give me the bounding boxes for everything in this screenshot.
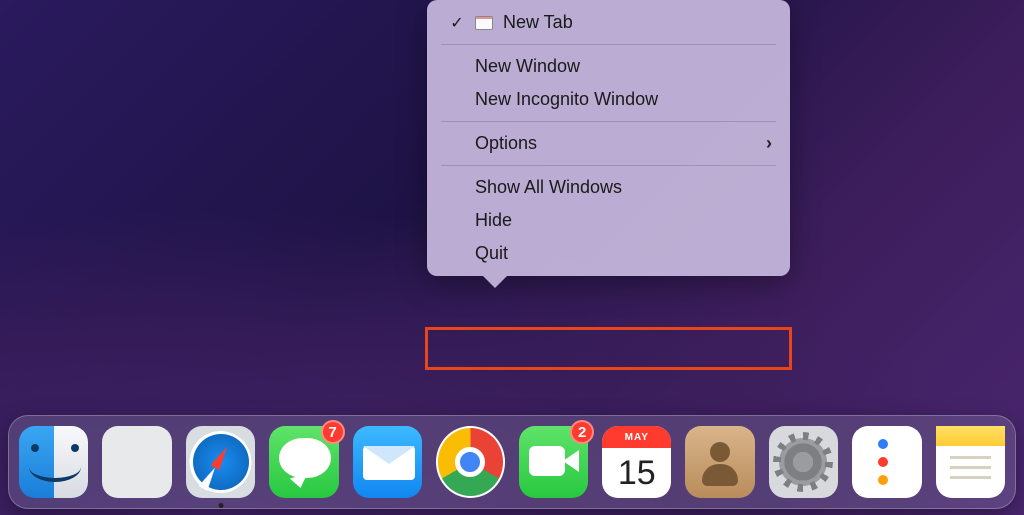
menu-label: New Incognito Window: [475, 89, 772, 110]
dock-item-calendar[interactable]: MAY 15: [602, 426, 671, 498]
notification-badge: 2: [570, 420, 594, 444]
check-icon: ✓: [449, 13, 465, 33]
menu-item-quit[interactable]: Quit: [427, 237, 790, 270]
dock-item-notes[interactable]: [936, 426, 1005, 498]
dock-item-finder[interactable]: [19, 426, 88, 498]
dock: 7 2 MAY 15: [8, 415, 1016, 509]
dock-item-launchpad[interactable]: [102, 426, 172, 498]
menu-label: New Tab: [503, 12, 772, 33]
dock-item-mail[interactable]: [353, 426, 422, 498]
dock-item-facetime[interactable]: 2: [519, 426, 588, 498]
tab-icon: [475, 16, 493, 30]
menu-label: New Window: [475, 56, 772, 77]
dock-item-chrome[interactable]: [436, 426, 505, 498]
menu-label: Hide: [475, 210, 772, 231]
dock-item-messages[interactable]: 7: [269, 426, 338, 498]
calendar-month: MAY: [602, 426, 671, 448]
running-indicator: [218, 503, 223, 508]
menu-separator: [441, 165, 776, 166]
menu-label: Quit: [475, 243, 772, 264]
dock-item-safari[interactable]: [186, 426, 255, 498]
notification-badge: 7: [321, 420, 345, 444]
chevron-right-icon: ›: [766, 133, 772, 154]
menu-item-new-tab[interactable]: ✓ New Tab: [427, 6, 790, 39]
calendar-day: 15: [602, 448, 671, 498]
menu-item-new-window[interactable]: New Window: [427, 50, 790, 83]
dock-item-reminders[interactable]: [852, 426, 922, 498]
dock-context-menu: ✓ New Tab New Window New Incognito Windo…: [427, 0, 790, 276]
menu-item-show-all-windows[interactable]: Show All Windows: [427, 171, 790, 204]
gear-icon: [779, 438, 827, 486]
menu-item-hide[interactable]: Hide: [427, 204, 790, 237]
menu-item-new-incognito[interactable]: New Incognito Window: [427, 83, 790, 116]
menu-item-options[interactable]: Options ›: [427, 127, 790, 160]
menu-label: Options: [475, 133, 756, 154]
menu-separator: [441, 121, 776, 122]
menu-separator: [441, 44, 776, 45]
dock-item-contacts[interactable]: [685, 426, 754, 498]
dock-item-settings[interactable]: [769, 426, 838, 498]
menu-pointer: [483, 276, 507, 288]
menu-label: Show All Windows: [475, 177, 772, 198]
